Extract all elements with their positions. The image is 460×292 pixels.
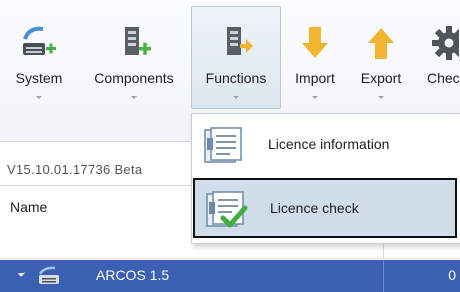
collapse-arrow-icon[interactable] <box>17 269 26 277</box>
menu-item-label: Licence check <box>270 200 359 216</box>
row-value: 0 <box>448 267 456 283</box>
system-button-label: System <box>15 70 63 86</box>
import-button[interactable]: Import <box>286 6 344 109</box>
licence-check-icon <box>206 191 248 228</box>
export-dropdown-caret <box>378 96 384 99</box>
functions-button-label: Functions <box>205 70 267 86</box>
functions-dropdown-caret <box>233 96 239 99</box>
components-button[interactable]: Components <box>84 6 184 109</box>
check-button[interactable]: Chec <box>416 6 460 109</box>
import-arrow-icon <box>302 27 328 58</box>
column-separator <box>383 260 384 292</box>
export-arrow-icon <box>368 28 394 59</box>
system-dropdown-caret <box>36 96 42 99</box>
import-button-label: Import <box>295 70 335 86</box>
menu-item-label: Licence information <box>268 136 390 152</box>
functions-dropdown-menu: Licence information Licence check <box>191 113 460 244</box>
check-button-label: Chec <box>427 70 460 86</box>
version-label: V15.10.01.17736 Beta <box>7 162 143 177</box>
export-button[interactable]: Export <box>349 6 413 109</box>
components-button-label: Components <box>94 70 174 86</box>
column-header-name[interactable]: Name <box>10 199 47 215</box>
add-system-icon <box>23 26 56 55</box>
menu-item-licence-information[interactable]: Licence information <box>193 116 457 176</box>
functions-button[interactable]: Functions <box>191 6 281 109</box>
table-row[interactable]: ARCOS 1.5 0 <box>0 260 460 292</box>
gear-icon <box>432 26 459 60</box>
add-component-icon <box>125 27 151 55</box>
menu-item-licence-check[interactable]: Licence check <box>193 178 457 238</box>
row-name: ARCOS 1.5 <box>96 267 170 283</box>
system-button[interactable]: System <box>2 6 76 109</box>
system-icon <box>38 266 59 284</box>
components-dropdown-caret <box>131 96 137 99</box>
licence-document-icon <box>204 127 242 163</box>
functions-icon <box>227 27 253 55</box>
export-button-label: Export <box>360 70 402 86</box>
import-dropdown-caret <box>312 96 318 99</box>
